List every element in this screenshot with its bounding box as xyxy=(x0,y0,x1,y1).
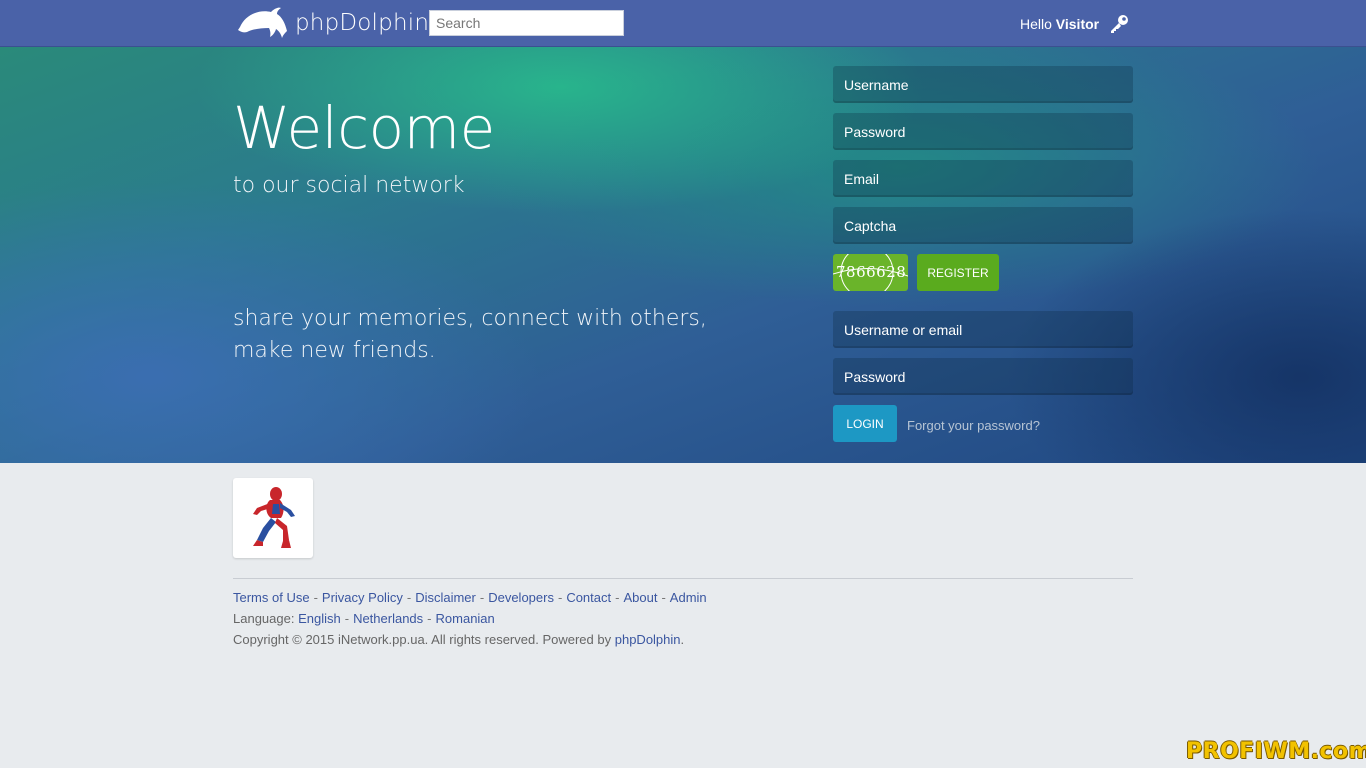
hero-subtitle: to our social network xyxy=(233,173,465,198)
member-avatar[interactable] xyxy=(233,478,313,558)
footer-divider xyxy=(233,578,1133,579)
greeting-text: Hello xyxy=(1020,16,1052,32)
language-english[interactable]: English xyxy=(298,611,341,626)
top-navbar: phpDolphin Hello Visitor xyxy=(0,0,1366,47)
login-password-field[interactable] xyxy=(833,358,1133,395)
hero-banner: Welcome to our social network share your… xyxy=(0,47,1366,463)
search-input[interactable] xyxy=(429,10,624,36)
forgot-password-link[interactable]: Forgot your password? xyxy=(907,418,1040,433)
register-username-field[interactable] xyxy=(833,66,1133,103)
copyright-text: Copyright © 2015 iNetwork.pp.ua. All rig… xyxy=(233,632,612,647)
spiderman-figure xyxy=(253,487,295,548)
disclaimer-link[interactable]: Disclaimer xyxy=(415,590,476,605)
hero-title: Welcome xyxy=(233,94,495,162)
privacy-link[interactable]: Privacy Policy xyxy=(322,590,403,605)
about-link[interactable]: About xyxy=(623,590,657,605)
login-button[interactable]: LOGIN xyxy=(833,405,897,442)
terms-link[interactable]: Terms of Use xyxy=(233,590,310,605)
powered-by-link[interactable]: phpDolphin xyxy=(615,632,681,647)
key-icon[interactable] xyxy=(1108,13,1130,35)
captcha-field[interactable] xyxy=(833,207,1133,244)
footer-links: Terms of Use - Privacy Policy - Disclaimer - D… xyxy=(233,590,707,605)
register-button[interactable]: REGISTER xyxy=(917,254,999,291)
language-label: Language: xyxy=(233,611,295,626)
admin-link[interactable]: Admin xyxy=(670,590,707,605)
developers-link[interactable]: Developers xyxy=(488,590,554,605)
language-netherlands[interactable]: Netherlands xyxy=(353,611,423,626)
user-greeting: Hello Visitor xyxy=(1020,16,1099,32)
watermark: PROFIWM.com xyxy=(1186,739,1366,764)
brand-logo[interactable]: phpDolphin xyxy=(237,4,429,42)
contact-link[interactable]: Contact xyxy=(566,590,611,605)
captcha-code: 7866628 xyxy=(836,263,907,281)
language-selector: Language: English - Netherlands - Romanian xyxy=(233,611,495,626)
dolphin-icon xyxy=(238,7,287,38)
captcha-image: 7866628 xyxy=(833,254,908,291)
login-username-field[interactable] xyxy=(833,311,1133,348)
copyright: Copyright © 2015 iNetwork.pp.ua. All rig… xyxy=(233,632,685,647)
user-name: Visitor xyxy=(1055,16,1100,32)
register-password-field[interactable] xyxy=(833,113,1133,150)
hero-tagline: share your memories, connect with others… xyxy=(233,306,707,363)
language-romanian[interactable]: Romanian xyxy=(436,611,495,626)
brand-name: phpDolphin xyxy=(295,10,430,36)
register-email-field[interactable] xyxy=(833,160,1133,197)
